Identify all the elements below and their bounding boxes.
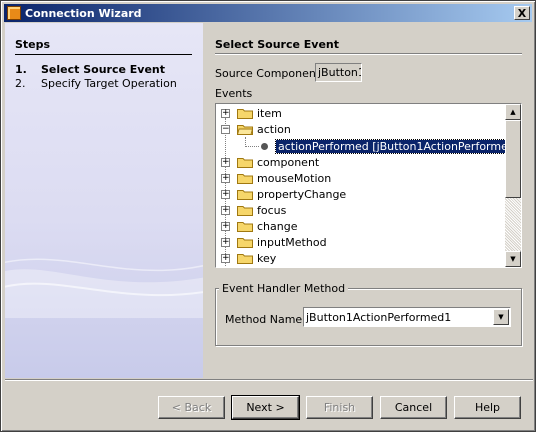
event-handler-group-title: Event Handler Method (219, 282, 349, 295)
collapse-icon[interactable]: − (221, 124, 230, 134)
step-item-2: 2. Specify Target Operation (15, 77, 177, 90)
tree-node-label-selected: actionPerformed [jButton1ActionPerformed… (274, 138, 505, 154)
folder-icon (237, 206, 253, 216)
scroll-up-icon: ▲ (510, 108, 516, 116)
chevron-down-icon: ▼ (498, 313, 504, 321)
tree-node-label: item (257, 106, 282, 120)
tree-node-label: propertyChange (257, 187, 347, 201)
close-icon: X (517, 6, 527, 20)
step-number: 2. (15, 77, 26, 90)
cancel-button[interactable]: Cancel (380, 396, 447, 419)
scroll-down-button[interactable]: ▼ (505, 251, 521, 267)
tree-node-inputmethod[interactable]: + inputMethod (216, 234, 505, 250)
finish-button[interactable]: Finish (306, 396, 373, 419)
scroll-down-icon: ▼ (510, 255, 516, 263)
folder-icon (237, 158, 253, 168)
folder-icon (237, 174, 253, 184)
tree-node-label: change (257, 219, 298, 233)
events-tree[interactable]: + item − action actionPerformed [jButton… (215, 103, 522, 268)
steps-panel: Steps 1. Select Source Event 2. Specify … (5, 23, 203, 378)
next-button[interactable]: Next > (231, 395, 300, 420)
tree-node-label: inputMethod (257, 235, 327, 249)
scroll-up-button[interactable]: ▲ (505, 104, 521, 120)
method-name-combobox[interactable]: jButton1ActionPerformed1 ▼ (303, 307, 511, 327)
method-name-label: Method Name: (225, 313, 306, 326)
tree-node-key[interactable]: + key (216, 250, 505, 266)
expand-icon[interactable]: + (221, 173, 230, 183)
scroll-thumb[interactable] (505, 120, 521, 198)
window-title: Connection Wizard (25, 6, 142, 20)
method-name-value[interactable]: jButton1ActionPerformed1 (306, 311, 451, 324)
tree-node-label: mouseMotion (257, 171, 332, 185)
steps-divider (15, 54, 192, 55)
app-icon (7, 6, 21, 20)
expand-icon[interactable]: + (221, 205, 230, 215)
tree-node-label: component (257, 155, 320, 169)
expand-icon[interactable]: + (221, 237, 230, 247)
step-label: Select Source Event (41, 63, 166, 76)
footer-separator (5, 379, 533, 381)
tree-node-label: focus (257, 203, 287, 217)
step-number: 1. (15, 63, 27, 76)
events-tree-scrollbar[interactable]: ▲ ▼ (505, 104, 521, 267)
decorative-wave-graphic (5, 258, 203, 318)
event-leaf-icon (261, 142, 268, 150)
folder-icon (237, 222, 253, 232)
close-button[interactable]: X (514, 6, 530, 20)
connection-wizard-window: Connection Wizard X Steps 1. Select Sour… (0, 0, 536, 432)
expand-icon[interactable]: + (221, 157, 230, 167)
tree-node-item[interactable]: + item (216, 105, 505, 121)
folder-open-icon (237, 125, 253, 135)
tree-node-action[interactable]: − action (216, 121, 505, 137)
events-tree-viewport: + item − action actionPerformed [jButton… (216, 104, 505, 267)
back-button[interactable]: < Back (158, 396, 225, 419)
folder-icon (237, 190, 253, 200)
tree-node-propertychange[interactable]: + propertyChange (216, 186, 505, 202)
tree-node-change[interactable]: + change (216, 218, 505, 234)
expand-icon[interactable]: + (221, 221, 230, 231)
title-bar[interactable]: Connection Wizard X (4, 4, 532, 22)
expand-icon[interactable]: + (221, 253, 230, 263)
folder-icon (237, 238, 253, 248)
expand-icon[interactable]: + (221, 108, 230, 118)
source-component-label: Source Component: (215, 67, 324, 80)
page-title: Select Source Event (215, 38, 340, 51)
method-name-dropdown-button[interactable]: ▼ (493, 309, 509, 325)
step-item-1: 1. Select Source Event (15, 63, 165, 76)
tree-node-focus[interactable]: + focus (216, 202, 505, 218)
tree-node-label: action (257, 122, 291, 136)
steps-title: Steps (15, 38, 51, 51)
events-label: Events (215, 87, 253, 100)
tree-node-label: key (257, 251, 277, 265)
source-component-field: jButton1 (315, 63, 362, 82)
expand-icon[interactable]: + (221, 189, 230, 199)
title-divider (215, 53, 522, 54)
tree-node-action-performed[interactable]: actionPerformed [jButton1ActionPerformed… (216, 138, 505, 154)
folder-icon (237, 254, 253, 264)
folder-icon (237, 109, 253, 119)
step-label: Specify Target Operation (41, 77, 177, 90)
tree-node-component[interactable]: + component (216, 154, 505, 170)
tree-node-mousemotion[interactable]: + mouseMotion (216, 170, 505, 186)
help-button[interactable]: Help (454, 396, 521, 419)
